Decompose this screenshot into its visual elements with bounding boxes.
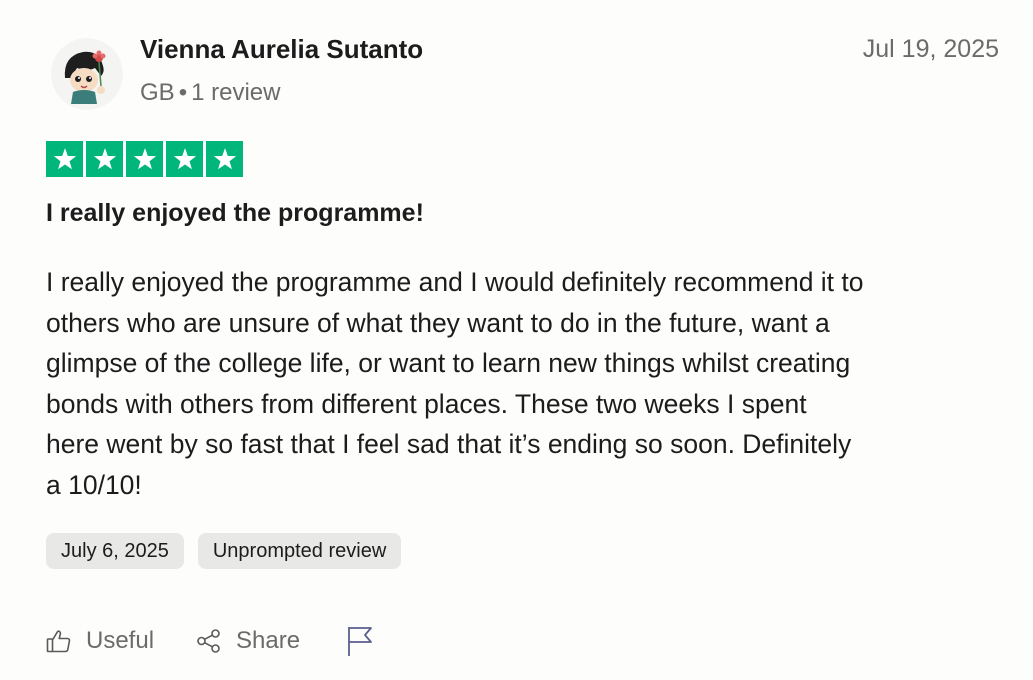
star-rating — [46, 141, 243, 177]
star-5 — [206, 141, 243, 177]
share-button[interactable]: Share — [196, 627, 300, 655]
share-icon — [196, 628, 222, 654]
review-tags: July 6, 2025 Unprompted review — [46, 533, 402, 569]
thumbs-up-icon — [46, 628, 72, 654]
star-2 — [86, 141, 123, 177]
star-icon — [173, 148, 196, 170]
experience-date-tag: July 6, 2025 — [46, 533, 184, 569]
meta-separator: • — [178, 79, 188, 106]
reviewer-meta: GB • 1 review — [140, 79, 280, 107]
useful-label: Useful — [86, 627, 155, 654]
review-body-line: a 10/10! — [46, 469, 142, 500]
star-icon — [93, 148, 116, 170]
share-label: Share — [236, 627, 301, 654]
report-button[interactable] — [346, 625, 374, 657]
reviewer-avatar[interactable] — [51, 38, 123, 110]
reviewer-review-count: 1 review — [191, 79, 281, 106]
flag-icon — [346, 625, 374, 657]
reviewer-country: GB — [140, 79, 175, 106]
review-body-line: bonds with others from different places.… — [46, 388, 807, 419]
review-actions: Useful Share — [46, 622, 374, 660]
star-3 — [126, 141, 163, 177]
star-4 — [166, 141, 203, 177]
review-posted-date: Jul 19, 2025 — [862, 35, 999, 63]
review-body: I really enjoyed the programme and I wou… — [46, 262, 991, 505]
review-body-line: others who are unsure of what they want … — [46, 307, 830, 338]
star-icon — [133, 148, 156, 170]
useful-button[interactable]: Useful — [46, 627, 154, 655]
star-1 — [46, 141, 83, 177]
reviewer-name[interactable]: Vienna Aurelia Sutanto — [140, 34, 423, 65]
review-title[interactable]: I really enjoyed the programme! — [46, 199, 424, 228]
review-body-line: I really enjoyed the programme and I wou… — [46, 267, 864, 297]
review-body-line: glimpse of the college life, or want to … — [46, 348, 851, 378]
unprompted-review-tag[interactable]: Unprompted review — [197, 533, 402, 569]
star-icon — [213, 148, 236, 170]
review-body-line: here went by so fast that I feel sad tha… — [46, 429, 852, 459]
star-icon — [53, 148, 76, 170]
